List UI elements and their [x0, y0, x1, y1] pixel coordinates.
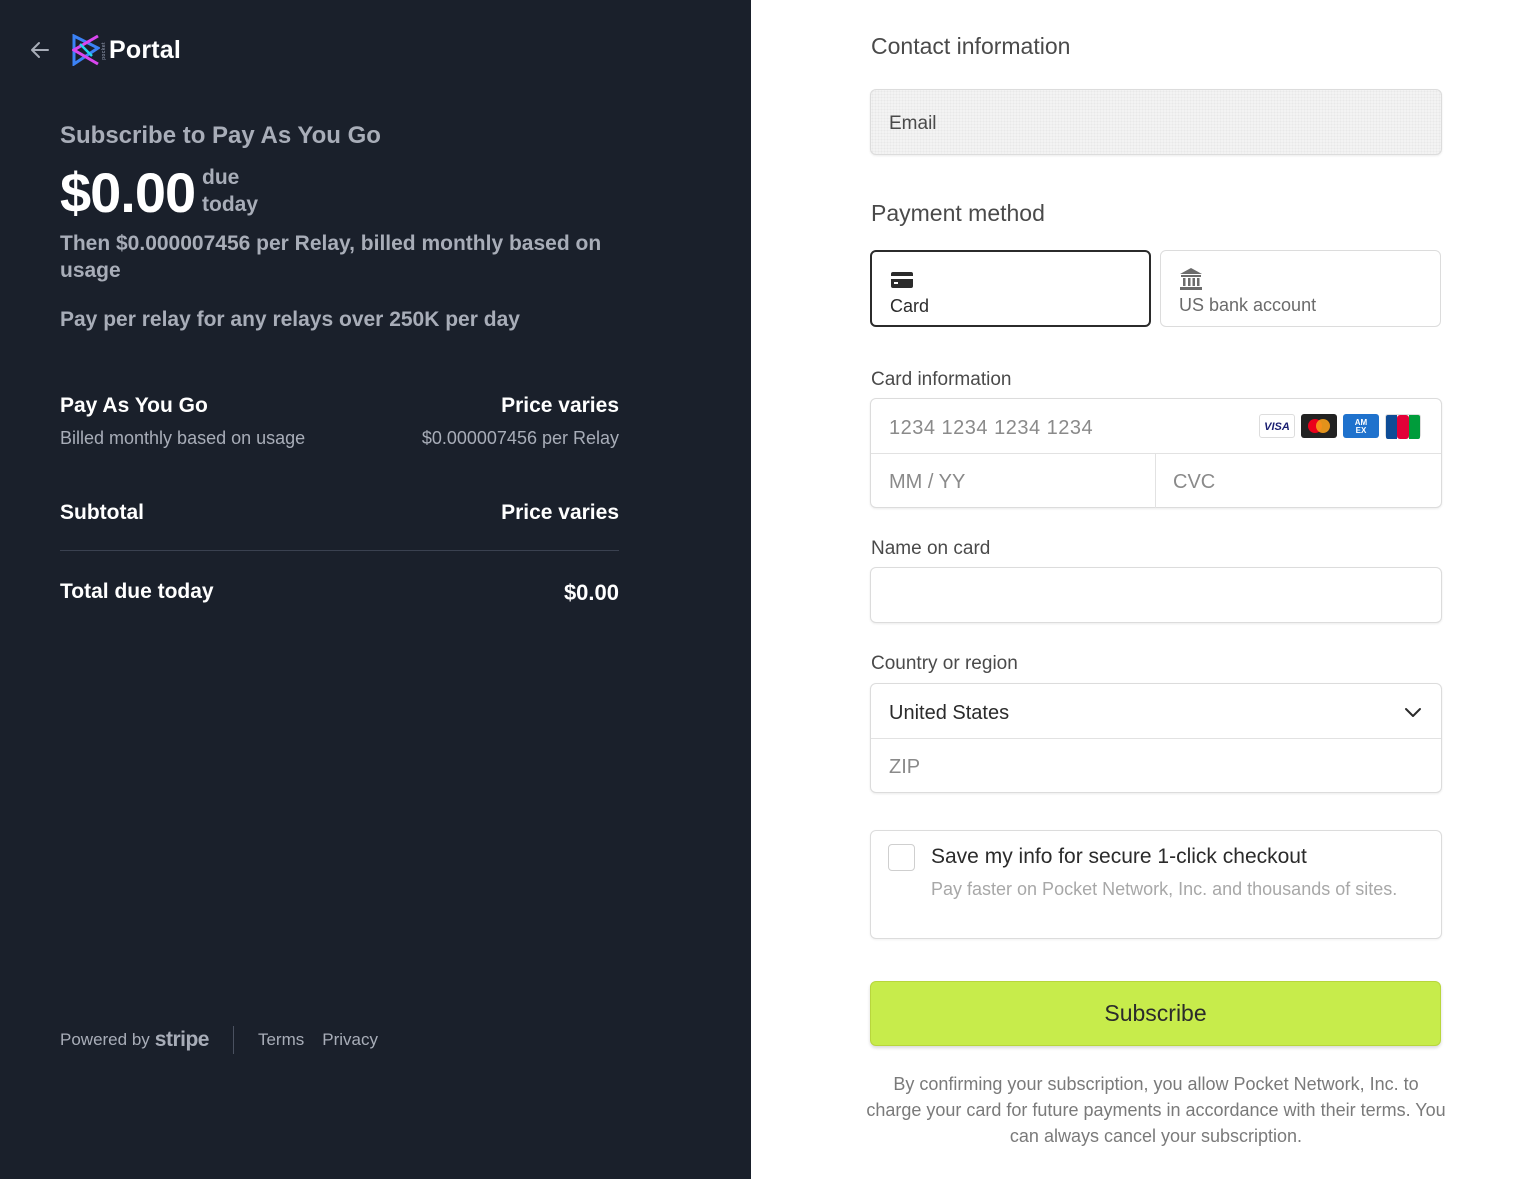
card-number-input[interactable]: 1234 1234 1234 1234 — [889, 417, 1093, 440]
today-label: today — [202, 193, 259, 216]
footer: Powered by stripe Terms Privacy — [60, 1026, 396, 1054]
save-info-title: Save my info for secure 1-click checkout — [931, 845, 1307, 868]
card-vertical-divider — [1155, 453, 1156, 508]
line-item-subtitle: Billed monthly based on usage — [60, 428, 306, 448]
payment-method-card[interactable]: Card — [870, 250, 1151, 327]
order-summary-panel: pocket Portal Subscribe to Pay As You Go… — [0, 0, 751, 1179]
svg-text:VISA: VISA — [1264, 421, 1290, 432]
line-item-name: Pay As You Go — [60, 394, 208, 417]
subtotal-value: Price varies — [501, 501, 619, 524]
email-placeholder: Email — [889, 113, 937, 134]
total-value: $0.00 — [563, 580, 619, 605]
chevron-down-icon[interactable] — [1403, 702, 1423, 722]
email-field[interactable]: Email — [870, 89, 1442, 155]
powered-by-text: Powered by — [60, 1030, 150, 1049]
due-today-label: due today — [202, 164, 258, 218]
due-label: due — [202, 166, 240, 189]
subscribe-button[interactable]: Subscribe — [870, 981, 1441, 1046]
bank-method-label: US bank account — [1179, 295, 1317, 315]
back-arrow-icon[interactable] — [28, 38, 52, 62]
save-info-description: Pay faster on Pocket Network, Inc. and t… — [931, 879, 1398, 899]
stripe-logo[interactable]: stripe — [155, 1028, 210, 1052]
mastercard-icon — [1301, 414, 1337, 438]
payment-method-bank[interactable]: US bank account — [1160, 250, 1441, 327]
relay-description: Pay per relay for any relays over 250K p… — [60, 308, 520, 331]
amount-due: $0.00 — [60, 161, 196, 224]
brand-name: Portal — [109, 36, 182, 64]
confirmation-text: By confirming your subscription, you all… — [866, 1074, 1446, 1146]
subtotal-label: Subtotal — [60, 501, 144, 524]
card-brands: VISA AM EX — [1259, 414, 1421, 439]
zip-divider — [871, 738, 1441, 739]
payment-method-heading: Payment method — [871, 200, 1045, 226]
zip-input[interactable]: ZIP — [889, 756, 920, 779]
save-info-box: Save my info for secure 1-click checkout… — [870, 830, 1442, 939]
jcb-icon — [1385, 414, 1421, 439]
terms-link[interactable]: Terms — [258, 1030, 304, 1050]
country-select[interactable]: United States — [889, 702, 1009, 725]
country-zip-box: United States ZIP — [870, 683, 1442, 793]
total-label: Total due today — [60, 580, 214, 603]
contact-heading: Contact information — [871, 33, 1071, 59]
card-information-label: Card information — [871, 369, 1012, 390]
line-item-unit-price: $0.000007456 per Relay — [421, 428, 619, 448]
footer-separator — [232, 1026, 234, 1054]
portal-logo-icon — [72, 34, 100, 66]
amex-icon: AM EX — [1343, 414, 1379, 438]
summary-divider — [60, 550, 619, 551]
svg-text:EX: EX — [1356, 426, 1367, 435]
cvc-input[interactable]: CVC — [1173, 471, 1215, 494]
card-information-box: 1234 1234 1234 1234 VISA AM EX MM / YY CV… — [870, 398, 1442, 508]
card-divider — [871, 453, 1441, 454]
billing-description: Then $0.000007456 per Relay, billed mont… — [60, 232, 602, 282]
country-label: Country or region — [871, 653, 1018, 674]
line-item-price: Price varies — [501, 394, 619, 417]
card-method-label: Card — [890, 296, 930, 316]
visa-icon: VISA — [1259, 414, 1295, 438]
name-on-card-label: Name on card — [871, 538, 991, 559]
subscription-title: Subscribe to Pay As You Go — [60, 122, 381, 149]
privacy-link[interactable]: Privacy — [322, 1030, 378, 1050]
name-on-card-input[interactable] — [870, 567, 1442, 623]
card-icon — [891, 272, 913, 288]
save-info-checkbox[interactable] — [888, 844, 915, 871]
logo-small-text: pocket — [101, 42, 107, 60]
expiry-input[interactable]: MM / YY — [889, 471, 965, 494]
bank-icon — [1180, 268, 1202, 290]
